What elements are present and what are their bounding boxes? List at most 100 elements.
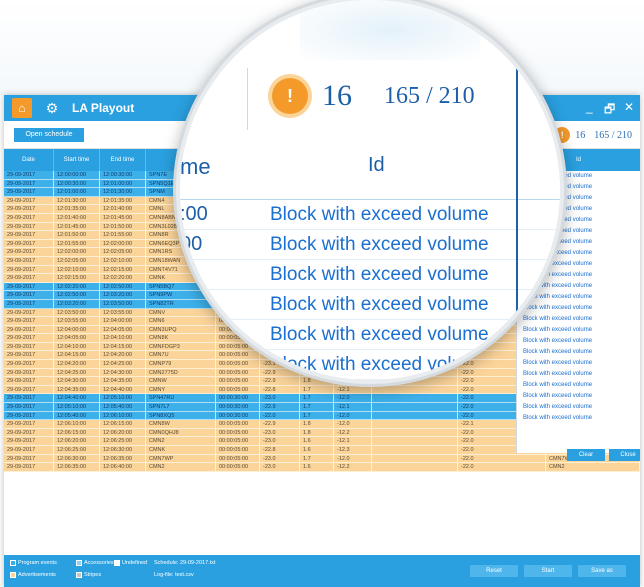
table-cell: 12:05:40:00 (100, 403, 146, 411)
magnified-time: 0 (180, 263, 192, 285)
log-entry[interactable]: Block with exceed volume (517, 402, 640, 413)
table-cell: 12:06:30:00 (100, 446, 146, 454)
table-cell: 12:02:05:00 (54, 256, 100, 265)
table-cell: 12:06:20:00 (54, 437, 100, 445)
table-cell: -23.0 (260, 394, 300, 403)
table-cell: 12:04:20:00 (100, 351, 146, 360)
close-button[interactable]: ✕ (624, 100, 634, 114)
table-cell (372, 437, 458, 445)
log-entry[interactable]: Block with exceed volume (517, 380, 640, 391)
table-cell: 1.7 (300, 385, 334, 394)
reset-button[interactable]: Reset (470, 565, 518, 577)
table-cell: -23.0 (260, 454, 300, 463)
app-title: LA Playout (72, 101, 135, 115)
table-cell: 29-09-2017 (4, 403, 54, 411)
table-cell: 12:01:45:00 (54, 222, 100, 231)
column-header[interactable]: End time (100, 149, 146, 171)
magnified-time: :00 (180, 203, 208, 225)
legend-accessories: Accessories (76, 560, 114, 566)
table-cell: 29-09-2017 (4, 171, 54, 179)
magnified-message: Block with exceed volume (270, 263, 489, 285)
status-count: 165 / 210 (594, 129, 632, 141)
table-cell: -12.2 (334, 428, 372, 437)
magnified-message: Block with exceed volume (270, 233, 489, 255)
magnified-header-time: me (180, 154, 211, 179)
minimize-button[interactable]: _ (586, 100, 593, 114)
magnified-warning-icon: ! (272, 78, 308, 114)
table-cell: 29-09-2017 (4, 360, 54, 368)
table-cell (372, 411, 458, 420)
table-cell: -12.0 (334, 411, 372, 420)
table-cell: 12:06:10:00 (100, 411, 146, 420)
table-cell: 1.6 (300, 463, 334, 471)
table-cell: 29-09-2017 (4, 420, 54, 428)
table-cell: 29-09-2017 (4, 342, 54, 351)
magnified-rows: :00 Block with exceed volume 00 Block with … (180, 200, 560, 380)
home-icon[interactable]: ⌂ (12, 98, 32, 118)
legend-label: Accessories (84, 560, 114, 566)
close-panel-button[interactable]: Close (609, 449, 640, 461)
status-value: 16 (575, 129, 586, 141)
table-cell: 29-09-2017 (4, 334, 54, 342)
table-cell: 12:04:00:00 (100, 317, 146, 325)
magnified-message: Block with exceed volume (270, 323, 489, 345)
table-cell: 12:01:55:00 (54, 239, 100, 248)
magnified-message: Block with exceed volume (270, 203, 489, 225)
table-cell: -12.0 (334, 394, 372, 403)
table-row[interactable]: 29-09-2017 12:06:30:00 12:06:35:00 CMN7WP 00… (4, 454, 640, 464)
table-cell (372, 394, 458, 403)
table-cell: 12:04:30:00 (100, 368, 146, 377)
table-cell: 12:01:55:00 (100, 231, 146, 239)
magnifier-lens: ! 16 165 / 210 me Id :00 Block with excee… (180, 0, 560, 380)
table-cell: 29-09-2017 (4, 291, 54, 299)
table-cell: 12:04:35:00 (100, 377, 146, 385)
log-entry[interactable]: Block with exceed volume (517, 391, 640, 402)
save-as-button[interactable]: Save as (578, 565, 626, 577)
log-entry[interactable]: Block with exceed volume (517, 413, 640, 424)
table-cell (372, 446, 458, 454)
column-header[interactable]: Date (4, 149, 54, 171)
table-cell: 00:00:05:00 (216, 428, 260, 437)
table-cell (372, 385, 458, 394)
table-cell: 12:03:50:00 (100, 299, 146, 308)
gear-icon[interactable]: ⚙ (42, 98, 62, 118)
table-cell: 12:02:20:00 (54, 282, 100, 291)
clear-button[interactable]: Clear (567, 449, 605, 461)
maximize-button[interactable]: 🗗 (604, 100, 615, 121)
table-cell (372, 403, 458, 411)
table-cell: 29-09-2017 (4, 428, 54, 437)
magnified-row: 00 Block with exceed volume (180, 230, 560, 260)
table-cell: 12:06:20:00 (100, 428, 146, 437)
table-cell: 12:01:40:00 (100, 205, 146, 213)
table-cell: 00:00:30:00 (216, 394, 260, 403)
table-cell: -23.0 (260, 428, 300, 437)
open-schedule-button[interactable]: Open schedule (14, 128, 84, 142)
table-cell: SPN8XQ5 (146, 411, 216, 420)
table-cell: 29-09-2017 (4, 205, 54, 213)
start-button[interactable]: Start (524, 565, 572, 577)
table-cell: 1.7 (300, 454, 334, 463)
legend-stripes: Stripes (76, 572, 101, 578)
table-cell: 12:03:20:00 (100, 291, 146, 299)
table-cell: CMN0QHJ8 (146, 428, 216, 437)
table-cell: 29-09-2017 (4, 274, 54, 282)
magnified-row: Block with exceed volume (180, 320, 560, 350)
table-cell: 1.7 (300, 403, 334, 411)
magnified-status-count: 165 / 210 (384, 82, 475, 109)
table-cell: 12:00:00:00 (54, 171, 100, 179)
table-cell: 12:06:15:00 (100, 420, 146, 428)
table-cell: 12:04:40:00 (100, 385, 146, 394)
magnified-panel-divider (516, 68, 518, 380)
table-cell: -22.0 (458, 454, 546, 463)
table-cell: 1.6 (300, 446, 334, 454)
table-row[interactable]: 29-09-2017 12:06:35:00 12:06:40:00 CMN2 00:0… (4, 463, 640, 472)
column-header[interactable]: Start time (54, 149, 100, 171)
legend-undefined: Undefined (114, 560, 147, 566)
legend-swatch (114, 560, 120, 566)
table-cell: -22.9 (260, 403, 300, 411)
table-cell: -12.1 (334, 385, 372, 394)
table-cell: -12.3 (334, 446, 372, 454)
table-cell: 29-09-2017 (4, 231, 54, 239)
table-cell: 00:00:05:00 (216, 463, 260, 471)
magnified-row: 0 Block with exceed volume (180, 260, 560, 290)
